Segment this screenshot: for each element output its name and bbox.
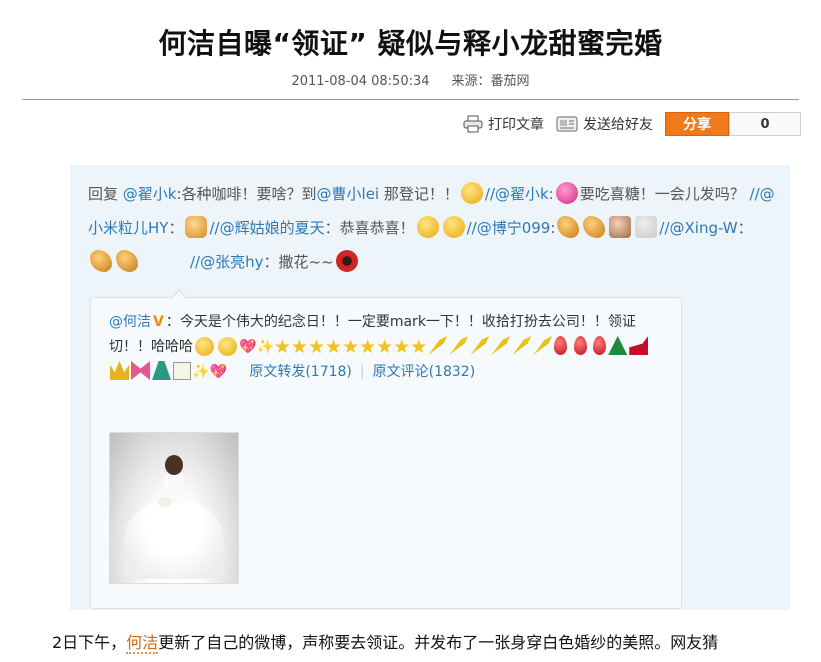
author-link[interactable]: @何洁 xyxy=(109,314,151,330)
kiss-emoticon-icon xyxy=(218,337,237,356)
party-popper-icon xyxy=(428,336,448,355)
print-label: 打印文章 xyxy=(488,117,544,133)
ribbon-icon xyxy=(131,361,150,380)
party-popper-icon xyxy=(449,336,469,355)
photo-bouquet xyxy=(158,497,172,507)
article-source: 来源：番茄网 xyxy=(451,74,530,89)
weibo-text: ：恭喜恭喜！ xyxy=(324,219,415,237)
paragraph-text: 2日下午， xyxy=(52,633,127,652)
original-forward-link[interactable]: 原文转发(1718) xyxy=(249,364,352,380)
mention-link[interactable]: @翟小k xyxy=(123,185,177,203)
heart-emoticon-icon: 💖 xyxy=(209,364,227,380)
balloon-icon xyxy=(554,336,568,355)
blush-emoticon-icon xyxy=(442,216,465,238)
party-popper-icon xyxy=(512,336,532,355)
sparkle-emoticon-icon: ✨ xyxy=(192,364,210,380)
wedding-dress-photo[interactable] xyxy=(109,432,239,584)
candy-emoticon-icon xyxy=(555,182,578,204)
mention-link[interactable]: @曹小lei xyxy=(317,185,380,203)
star-icon: ★ xyxy=(273,336,291,358)
star-icon: ★ xyxy=(342,336,360,358)
weibo-text: 那登记！！ xyxy=(379,185,459,203)
person-name-link[interactable]: 何洁 xyxy=(126,633,159,654)
weibo-text: ： xyxy=(737,219,753,237)
weibo-text: ： xyxy=(168,219,184,237)
print-button[interactable]: 打印文章 xyxy=(463,114,544,134)
article-meta: 2011-08-04 08:50:34 来源：番茄网 xyxy=(0,70,821,89)
dress-icon xyxy=(152,361,171,380)
clap-emoticon-icon xyxy=(583,216,606,238)
crown-icon xyxy=(110,361,129,380)
article-date: 2011-08-04 08:50:34 xyxy=(291,74,430,89)
star-icon: ★ xyxy=(393,336,411,358)
high-heel-icon xyxy=(629,336,649,355)
article-toolbar: 打印文章 发送给好友 分享 0 xyxy=(451,112,801,136)
star-icon: ★ xyxy=(376,336,394,358)
heart-emoticon-icon: 💖 xyxy=(239,339,257,355)
party-popper-icon xyxy=(533,336,553,355)
mention-link[interactable]: //@张亮hy xyxy=(190,253,264,271)
send-card-icon xyxy=(556,116,578,132)
mention-link[interactable]: //@翟小k: xyxy=(485,185,554,203)
weibo-text: : xyxy=(550,219,556,237)
star-icon: ★ xyxy=(290,336,308,358)
share-button[interactable]: 分享 xyxy=(665,112,729,136)
party-popper-icon xyxy=(470,336,490,355)
link-separator: | xyxy=(359,364,365,380)
paragraph-text: 更新了自己的微博，声称要去领证。并发布了一张身穿白色婚纱的美照。网友猜 xyxy=(158,633,719,652)
weibo-text: 回复 xyxy=(88,185,123,203)
verified-badge-icon: V xyxy=(153,314,164,330)
balloon-icon xyxy=(593,336,607,355)
article-paragraph: 2日下午，何洁更新了自己的微博，声称要去领证。并发布了一张身穿白色婚纱的美照。网… xyxy=(22,628,812,658)
sparkle-emoticon-icon: ✨ xyxy=(256,339,274,355)
thumbs-up-emoticon-icon xyxy=(185,216,208,238)
article-title: 何洁自曝“领证” 疑似与释小龙甜蜜完婚 xyxy=(158,27,663,60)
title-divider xyxy=(22,99,799,100)
share-count: 0 xyxy=(729,112,801,136)
weibo-text: 要吃喜糖！一会儿发吗？ xyxy=(579,185,750,203)
original-weibo-card: @何洁 V ：今天是个伟大的纪念日！！一定要mark一下！！收拾打扮去公司！！领证切… xyxy=(90,289,682,609)
face-emoticon-icon xyxy=(635,216,658,238)
flower-emoticon-icon xyxy=(335,250,358,272)
smile-emoticon-icon xyxy=(195,337,214,356)
send-label: 发送给好友 xyxy=(583,117,653,133)
mention-link[interactable]: //@辉姑娘的夏天 xyxy=(209,219,324,237)
mention-link[interactable]: //@Xing-W xyxy=(659,219,737,237)
christmas-tree-icon xyxy=(608,336,628,355)
mention-link[interactable]: //@博宁099 xyxy=(467,219,551,237)
clap-emoticon-icon xyxy=(116,250,138,272)
star-icon: ★ xyxy=(325,336,343,358)
photo-bride-head xyxy=(165,455,183,475)
photo-dress-skirt xyxy=(124,499,224,579)
face-emoticon-icon xyxy=(609,216,632,238)
send-to-friend-button[interactable]: 发送给好友 xyxy=(556,114,653,134)
balloon-icon xyxy=(573,336,587,355)
party-popper-icon xyxy=(491,336,511,355)
card-caret xyxy=(172,291,186,299)
happy-emoticon-icon xyxy=(416,216,439,238)
clap-emoticon-icon xyxy=(557,216,580,238)
weibo-reply-text: 回复 @翟小k:各种咖啡！要啥？到@曹小lei 那登记！！ //@翟小k: 要吃喜糖… xyxy=(88,177,778,279)
clap-emoticon-icon xyxy=(90,250,112,272)
star-icon: ★ xyxy=(359,336,377,358)
laughing-emoticon-icon xyxy=(460,182,483,204)
memo-icon xyxy=(173,362,191,380)
weibo-text: :各种咖啡！要啥？到 xyxy=(176,185,317,203)
star-icon: ★ xyxy=(307,336,326,358)
printer-icon xyxy=(463,115,483,133)
original-weibo-text: @何洁 V ：今天是个伟大的纪念日！！一定要mark一下！！收拾打扮去公司！！领证切… xyxy=(109,310,669,385)
original-comment-link[interactable]: 原文评论(1832) xyxy=(373,364,476,380)
weibo-text: ：撒花~~ xyxy=(263,253,334,271)
star-icon: ★ xyxy=(410,336,428,358)
